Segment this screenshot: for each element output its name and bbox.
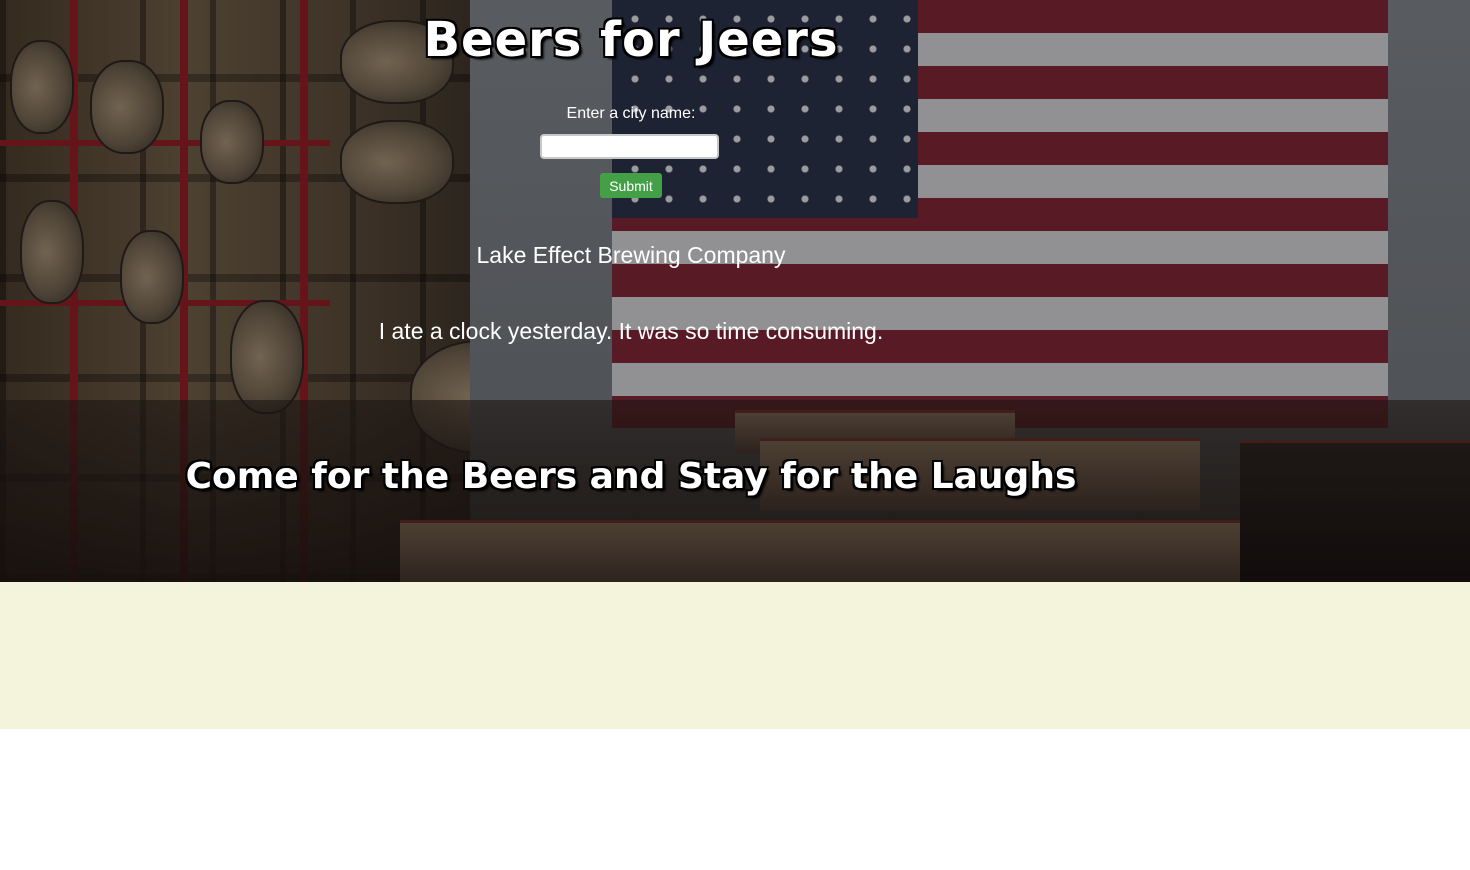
content-band: [0, 582, 1470, 729]
joke-text: I ate a clock yesterday. It was so time …: [378, 318, 884, 344]
site-title: Beers for Jeers: [423, 12, 839, 68]
city-input-label: Enter a city name:: [566, 105, 696, 122]
city-search-input[interactable]: [540, 134, 719, 159]
tagline: Come for the Beers and Stay for the Laug…: [185, 456, 1077, 497]
brewery-name: Lake Effect Brewing Company: [476, 242, 786, 268]
submit-button[interactable]: Submit: [600, 173, 662, 198]
hero-banner: Beers for Jeers Enter a city name: Submi…: [0, 0, 1470, 582]
